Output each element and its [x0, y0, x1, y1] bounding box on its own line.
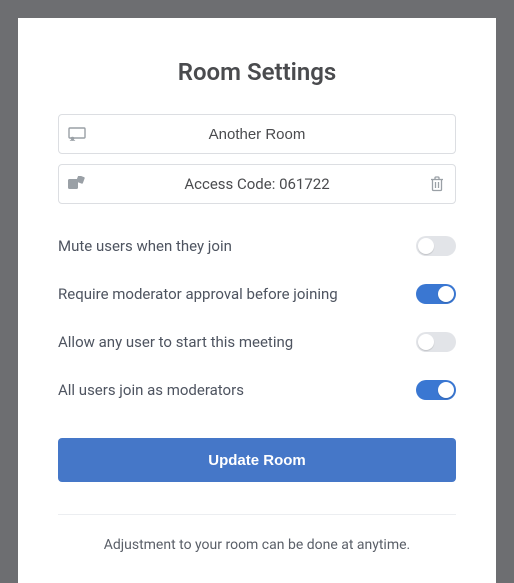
modal-title: Room Settings — [58, 58, 456, 86]
setting-row: All users join as moderators — [58, 366, 456, 414]
setting-label: Allow any user to start this meeting — [58, 333, 416, 351]
setting-label: All users join as moderators — [58, 381, 416, 399]
trash-icon[interactable] — [419, 176, 455, 192]
room-name-input[interactable] — [95, 126, 455, 143]
toggle-moderator-approval[interactable] — [416, 284, 456, 304]
access-code-text: Access Code: 061722 — [95, 175, 419, 193]
settings-list: Mute users when they join Require modera… — [58, 222, 456, 414]
toggle-all-moderators[interactable] — [416, 380, 456, 400]
room-settings-modal: Room Settings Access Code: 061722 — [18, 18, 496, 583]
access-code-field: Access Code: 061722 — [58, 164, 456, 204]
setting-label: Require moderator approval before joinin… — [58, 285, 416, 303]
toggle-mute-users[interactable] — [416, 236, 456, 256]
update-room-button[interactable]: Update Room — [58, 438, 456, 482]
dice-icon[interactable] — [59, 176, 95, 192]
setting-row: Require moderator approval before joinin… — [58, 270, 456, 318]
room-name-field[interactable] — [58, 114, 456, 154]
divider — [58, 514, 456, 515]
chalkboard-icon — [59, 127, 95, 141]
setting-row: Allow any user to start this meeting — [58, 318, 456, 366]
setting-label: Mute users when they join — [58, 237, 416, 255]
toggle-any-user-start[interactable] — [416, 332, 456, 352]
setting-row: Mute users when they join — [58, 222, 456, 270]
footer-note: Adjustment to your room can be done at a… — [58, 537, 456, 553]
